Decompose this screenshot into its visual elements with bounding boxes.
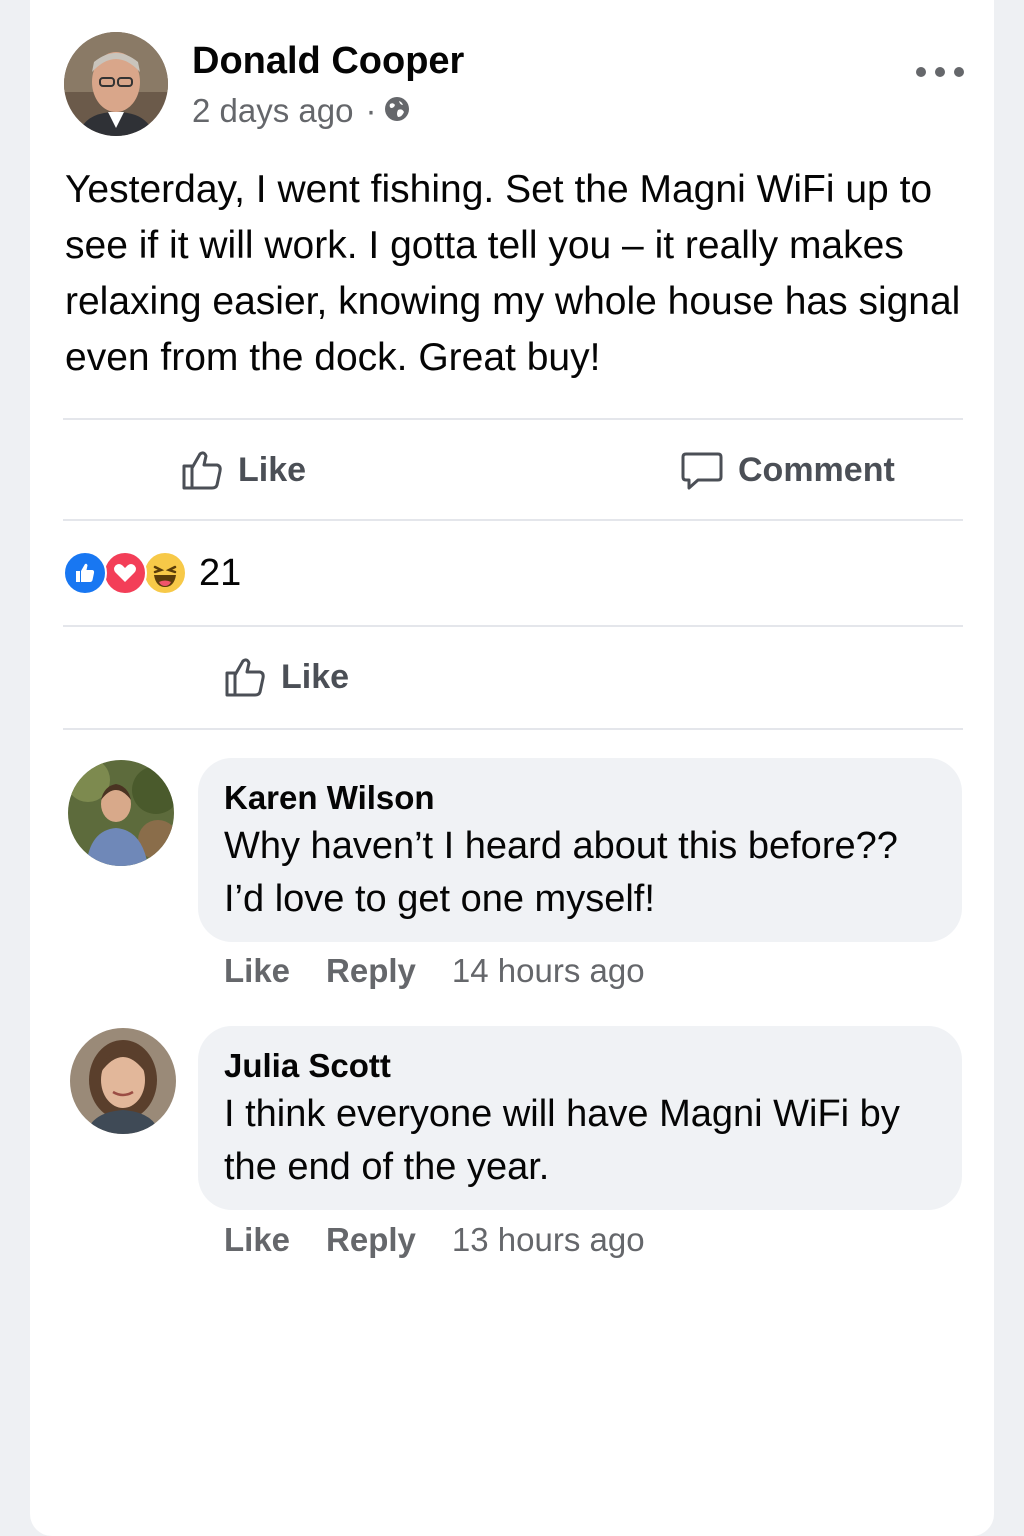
commenter-name[interactable]: Karen Wilson bbox=[224, 776, 938, 820]
more-dot bbox=[935, 67, 945, 77]
meta-separator: · bbox=[365, 92, 377, 129]
haha-reaction-icon bbox=[143, 551, 187, 595]
comment-reply-link[interactable]: Reply bbox=[326, 1221, 416, 1259]
comment-like-link[interactable]: Like bbox=[224, 952, 290, 990]
comment-actions: Like Reply 13 hours ago bbox=[224, 1221, 645, 1259]
divider bbox=[63, 625, 963, 627]
comment-reply-link[interactable]: Reply bbox=[326, 952, 416, 990]
comment-text: Why haven’t I heard about this before?? … bbox=[224, 825, 898, 920]
globe-icon bbox=[384, 92, 410, 130]
divider bbox=[63, 728, 963, 730]
author-name[interactable]: Donald Cooper bbox=[192, 40, 464, 83]
thumbs-up-icon bbox=[182, 451, 222, 490]
comment-actions: Like Reply 14 hours ago bbox=[224, 952, 645, 990]
secondary-like-button[interactable]: Like bbox=[223, 655, 349, 699]
comment-bubble: Julia Scott I think everyone will have M… bbox=[198, 1026, 962, 1210]
commenter-name[interactable]: Julia Scott bbox=[224, 1044, 938, 1088]
commenter-avatar-karen[interactable] bbox=[68, 760, 174, 866]
comment-label: Comment bbox=[738, 450, 895, 489]
more-dot bbox=[916, 67, 926, 77]
comment-button[interactable]: Comment bbox=[680, 448, 895, 492]
comment-time[interactable]: 14 hours ago bbox=[452, 952, 645, 990]
post-meta: 2 days ago · bbox=[192, 92, 410, 130]
more-options-button[interactable] bbox=[916, 60, 964, 84]
more-dot bbox=[954, 67, 964, 77]
commenter-avatar-image bbox=[68, 760, 174, 866]
comment-icon bbox=[681, 452, 723, 490]
author-avatar-image bbox=[64, 32, 168, 136]
post-header: Donald Cooper 2 days ago · bbox=[64, 32, 964, 138]
comment-like-link[interactable]: Like bbox=[224, 1221, 290, 1259]
secondary-like-label: Like bbox=[281, 657, 350, 696]
divider bbox=[63, 418, 963, 420]
comment-bubble: Karen Wilson Why haven’t I heard about t… bbox=[198, 758, 962, 942]
comment-text: I think everyone will have Magni WiFi by… bbox=[224, 1093, 900, 1188]
divider bbox=[63, 519, 963, 521]
reaction-count: 21 bbox=[199, 551, 242, 594]
post-card: Donald Cooper 2 days ago · Yesterday, I … bbox=[30, 0, 994, 1536]
post-time[interactable]: 2 days ago bbox=[192, 92, 353, 130]
like-label: Like bbox=[238, 450, 307, 489]
like-reaction-icon bbox=[63, 551, 107, 595]
love-reaction-icon bbox=[103, 551, 147, 595]
commenter-avatar-image bbox=[70, 1028, 176, 1134]
like-button[interactable]: Like bbox=[180, 448, 306, 492]
author-avatar[interactable] bbox=[64, 32, 168, 136]
thumbs-up-icon bbox=[225, 658, 265, 697]
reactions-summary[interactable]: 21 bbox=[63, 549, 241, 597]
comment-time[interactable]: 13 hours ago bbox=[452, 1221, 645, 1259]
post-text: Yesterday, I went fishing. Set the Magni… bbox=[65, 168, 961, 379]
commenter-avatar-julia[interactable] bbox=[70, 1028, 176, 1134]
